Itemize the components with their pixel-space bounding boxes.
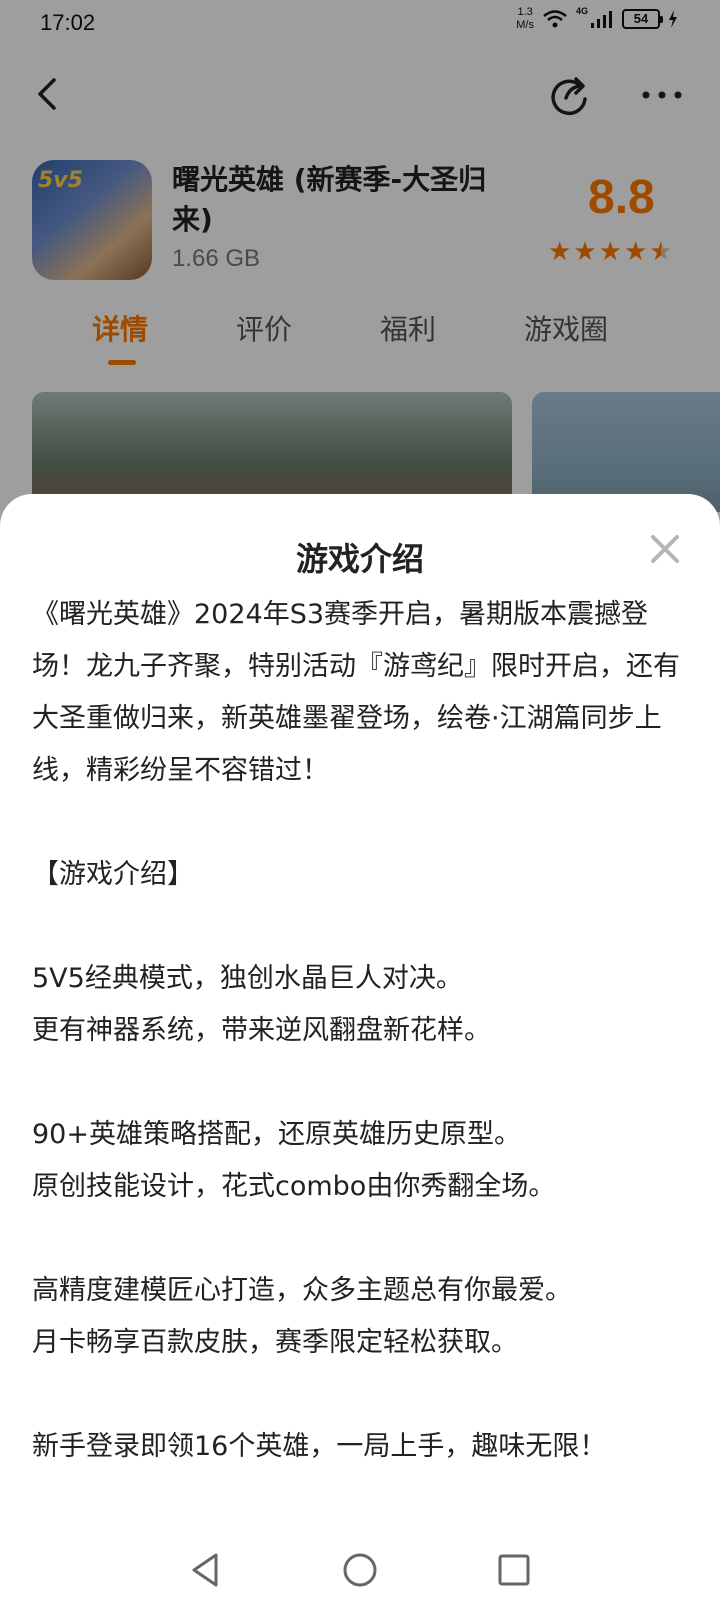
- section-heading: 【游戏介绍】: [32, 859, 194, 890]
- circle-home-icon[interactable]: [340, 1550, 380, 1590]
- close-icon[interactable]: [648, 532, 682, 566]
- feature-line: 5V5经典模式，独创水晶巨人对决。: [32, 963, 463, 994]
- feature-line: 原创技能设计，花式combo由你秀翻全场。: [32, 1171, 556, 1202]
- feature-line: 更有神器系统，带来逆风翻盘新花样。: [32, 1015, 491, 1046]
- sheet-title: 游戏介绍: [295, 540, 424, 578]
- feature-line: 90+英雄策略搭配，还原英雄历史原型。: [32, 1119, 521, 1150]
- triangle-back-icon[interactable]: [186, 1550, 226, 1590]
- intro-text: 《曙光英雄》2024年S3赛季开启，暑期版本震撼登场！龙九子齐聚，特别活动『游鸢…: [32, 589, 696, 1473]
- intro-paragraph: 《曙光英雄》2024年S3赛季开启，暑期版本震撼登场！龙九子齐聚，特别活动『游鸢…: [32, 599, 680, 786]
- game-intro-sheet: 游戏介绍 《曙光英雄》2024年S3赛季开启，暑期版本震撼登场！龙九子齐聚，特别…: [0, 494, 720, 1612]
- feature-line: 新手登录即领16个英雄，一局上手，趣味无限！: [32, 1431, 607, 1462]
- feature-line: 月卡畅享百款皮肤，赛季限定轻松获取。: [32, 1327, 518, 1358]
- feature-line: 高精度建模匠心打造，众多主题总有你最爱。: [32, 1275, 572, 1306]
- system-navigation-bar: [0, 1540, 720, 1612]
- square-recent-icon[interactable]: [494, 1550, 534, 1590]
